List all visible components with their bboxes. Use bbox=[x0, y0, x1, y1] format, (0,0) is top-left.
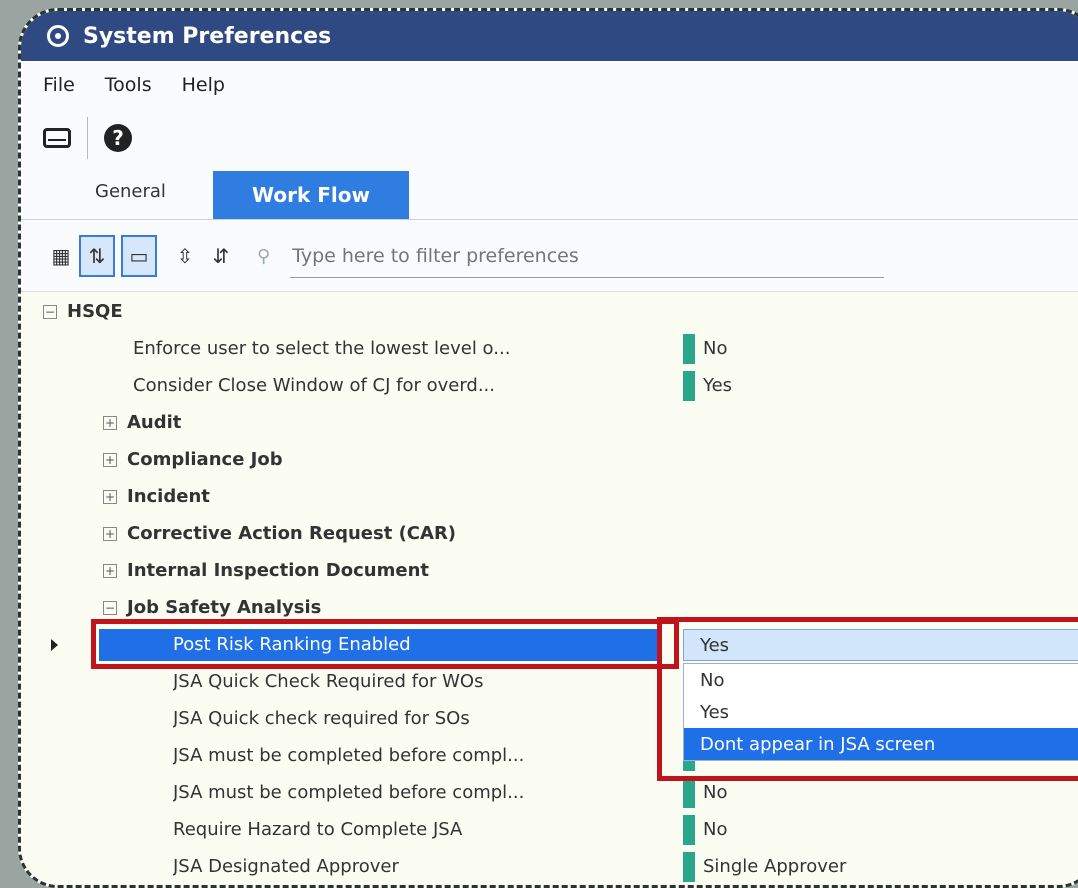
expand-icon[interactable]: + bbox=[103, 526, 117, 541]
group-row-incident[interactable]: + Incident bbox=[21, 478, 1078, 515]
pref-value[interactable]: No bbox=[703, 338, 727, 359]
pref-value[interactable]: No bbox=[703, 782, 727, 803]
sort-alphabetical-icon[interactable]: ⇅ bbox=[79, 235, 115, 277]
pref-name: JSA must be completed before compl... bbox=[173, 782, 525, 803]
value-marker bbox=[683, 814, 695, 845]
pref-name: JSA must be completed before compl... bbox=[173, 745, 525, 766]
group-row-hsqe[interactable]: − HSQE bbox=[21, 293, 1078, 330]
tab-work-flow[interactable]: Work Flow bbox=[213, 171, 409, 219]
app-icon bbox=[47, 25, 69, 47]
expand-icon[interactable]: + bbox=[103, 452, 117, 467]
filter-input[interactable] bbox=[290, 234, 885, 278]
expand-icon[interactable]: + bbox=[103, 489, 117, 504]
toolbar: ? bbox=[21, 109, 1078, 167]
help-icon[interactable]: ? bbox=[104, 124, 132, 152]
annotation-highlight-selected-row bbox=[91, 619, 679, 669]
value-marker bbox=[683, 777, 695, 808]
title-bar: System Preferences bbox=[21, 11, 1078, 61]
pref-value[interactable]: No bbox=[703, 819, 727, 840]
collapse-icon[interactable]: − bbox=[103, 600, 117, 615]
pref-value[interactable]: Single Approver bbox=[703, 856, 846, 877]
value-marker bbox=[683, 333, 695, 364]
preferences-grid: − HSQE Enforce user to select the lowest… bbox=[21, 293, 1078, 885]
pref-row[interactable]: JSA Designated Approver Single Approver bbox=[21, 848, 1078, 885]
menu-help[interactable]: Help bbox=[182, 74, 225, 96]
group-row-audit[interactable]: + Audit bbox=[21, 404, 1078, 441]
save-icon[interactable] bbox=[43, 128, 71, 148]
expand-all-icon[interactable]: ⇳ bbox=[167, 235, 203, 277]
group-row-car[interactable]: + Corrective Action Request (CAR) bbox=[21, 515, 1078, 552]
pref-name: Consider Close Window of CJ for overd... bbox=[133, 375, 495, 396]
menu-file[interactable]: File bbox=[43, 74, 75, 96]
group-row-internal-inspection[interactable]: + Internal Inspection Document bbox=[21, 552, 1078, 589]
property-pages-icon[interactable]: ▭ bbox=[121, 235, 157, 277]
expand-icon[interactable]: + bbox=[103, 563, 117, 578]
menu-tools[interactable]: Tools bbox=[105, 74, 152, 96]
pref-row[interactable]: Enforce user to select the lowest level … bbox=[21, 330, 1078, 367]
group-row-compliance-job[interactable]: + Compliance Job bbox=[21, 441, 1078, 478]
toolbar-separator bbox=[87, 117, 88, 159]
tab-strip: General Work Flow bbox=[21, 171, 1078, 220]
window-title: System Preferences bbox=[83, 23, 332, 49]
collapse-all-icon[interactable]: ⇵ bbox=[203, 235, 239, 277]
pref-name: Enforce user to select the lowest level … bbox=[133, 338, 511, 359]
pref-name: JSA Quick Check Required for WOs bbox=[173, 671, 484, 692]
value-marker bbox=[683, 370, 695, 401]
pref-name: JSA Designated Approver bbox=[173, 856, 399, 877]
search-icon: ⚲ bbox=[257, 245, 271, 267]
menu-bar: File Tools Help bbox=[21, 61, 1078, 109]
pref-row[interactable]: Consider Close Window of CJ for overd...… bbox=[21, 367, 1078, 404]
pref-name: JSA Quick check required for SOs bbox=[173, 708, 470, 729]
collapse-icon[interactable]: − bbox=[43, 304, 57, 319]
pref-value[interactable]: Yes bbox=[703, 375, 732, 396]
filter-toolbar: ▦ ⇅ ▭ ⇳ ⇵ ⚲ bbox=[21, 221, 1078, 292]
expand-icon[interactable]: + bbox=[103, 415, 117, 430]
pref-row[interactable]: Require Hazard to Complete JSA No bbox=[21, 811, 1078, 848]
annotation-highlight-dropdown bbox=[657, 617, 1078, 781]
value-marker bbox=[683, 851, 695, 882]
tab-general[interactable]: General bbox=[95, 181, 166, 202]
categorized-view-icon[interactable]: ▦ bbox=[43, 235, 79, 277]
pref-name: Require Hazard to Complete JSA bbox=[173, 819, 463, 840]
row-pointer-icon bbox=[51, 638, 58, 651]
preferences-window: System Preferences File Tools Help ? Gen… bbox=[18, 8, 1078, 888]
